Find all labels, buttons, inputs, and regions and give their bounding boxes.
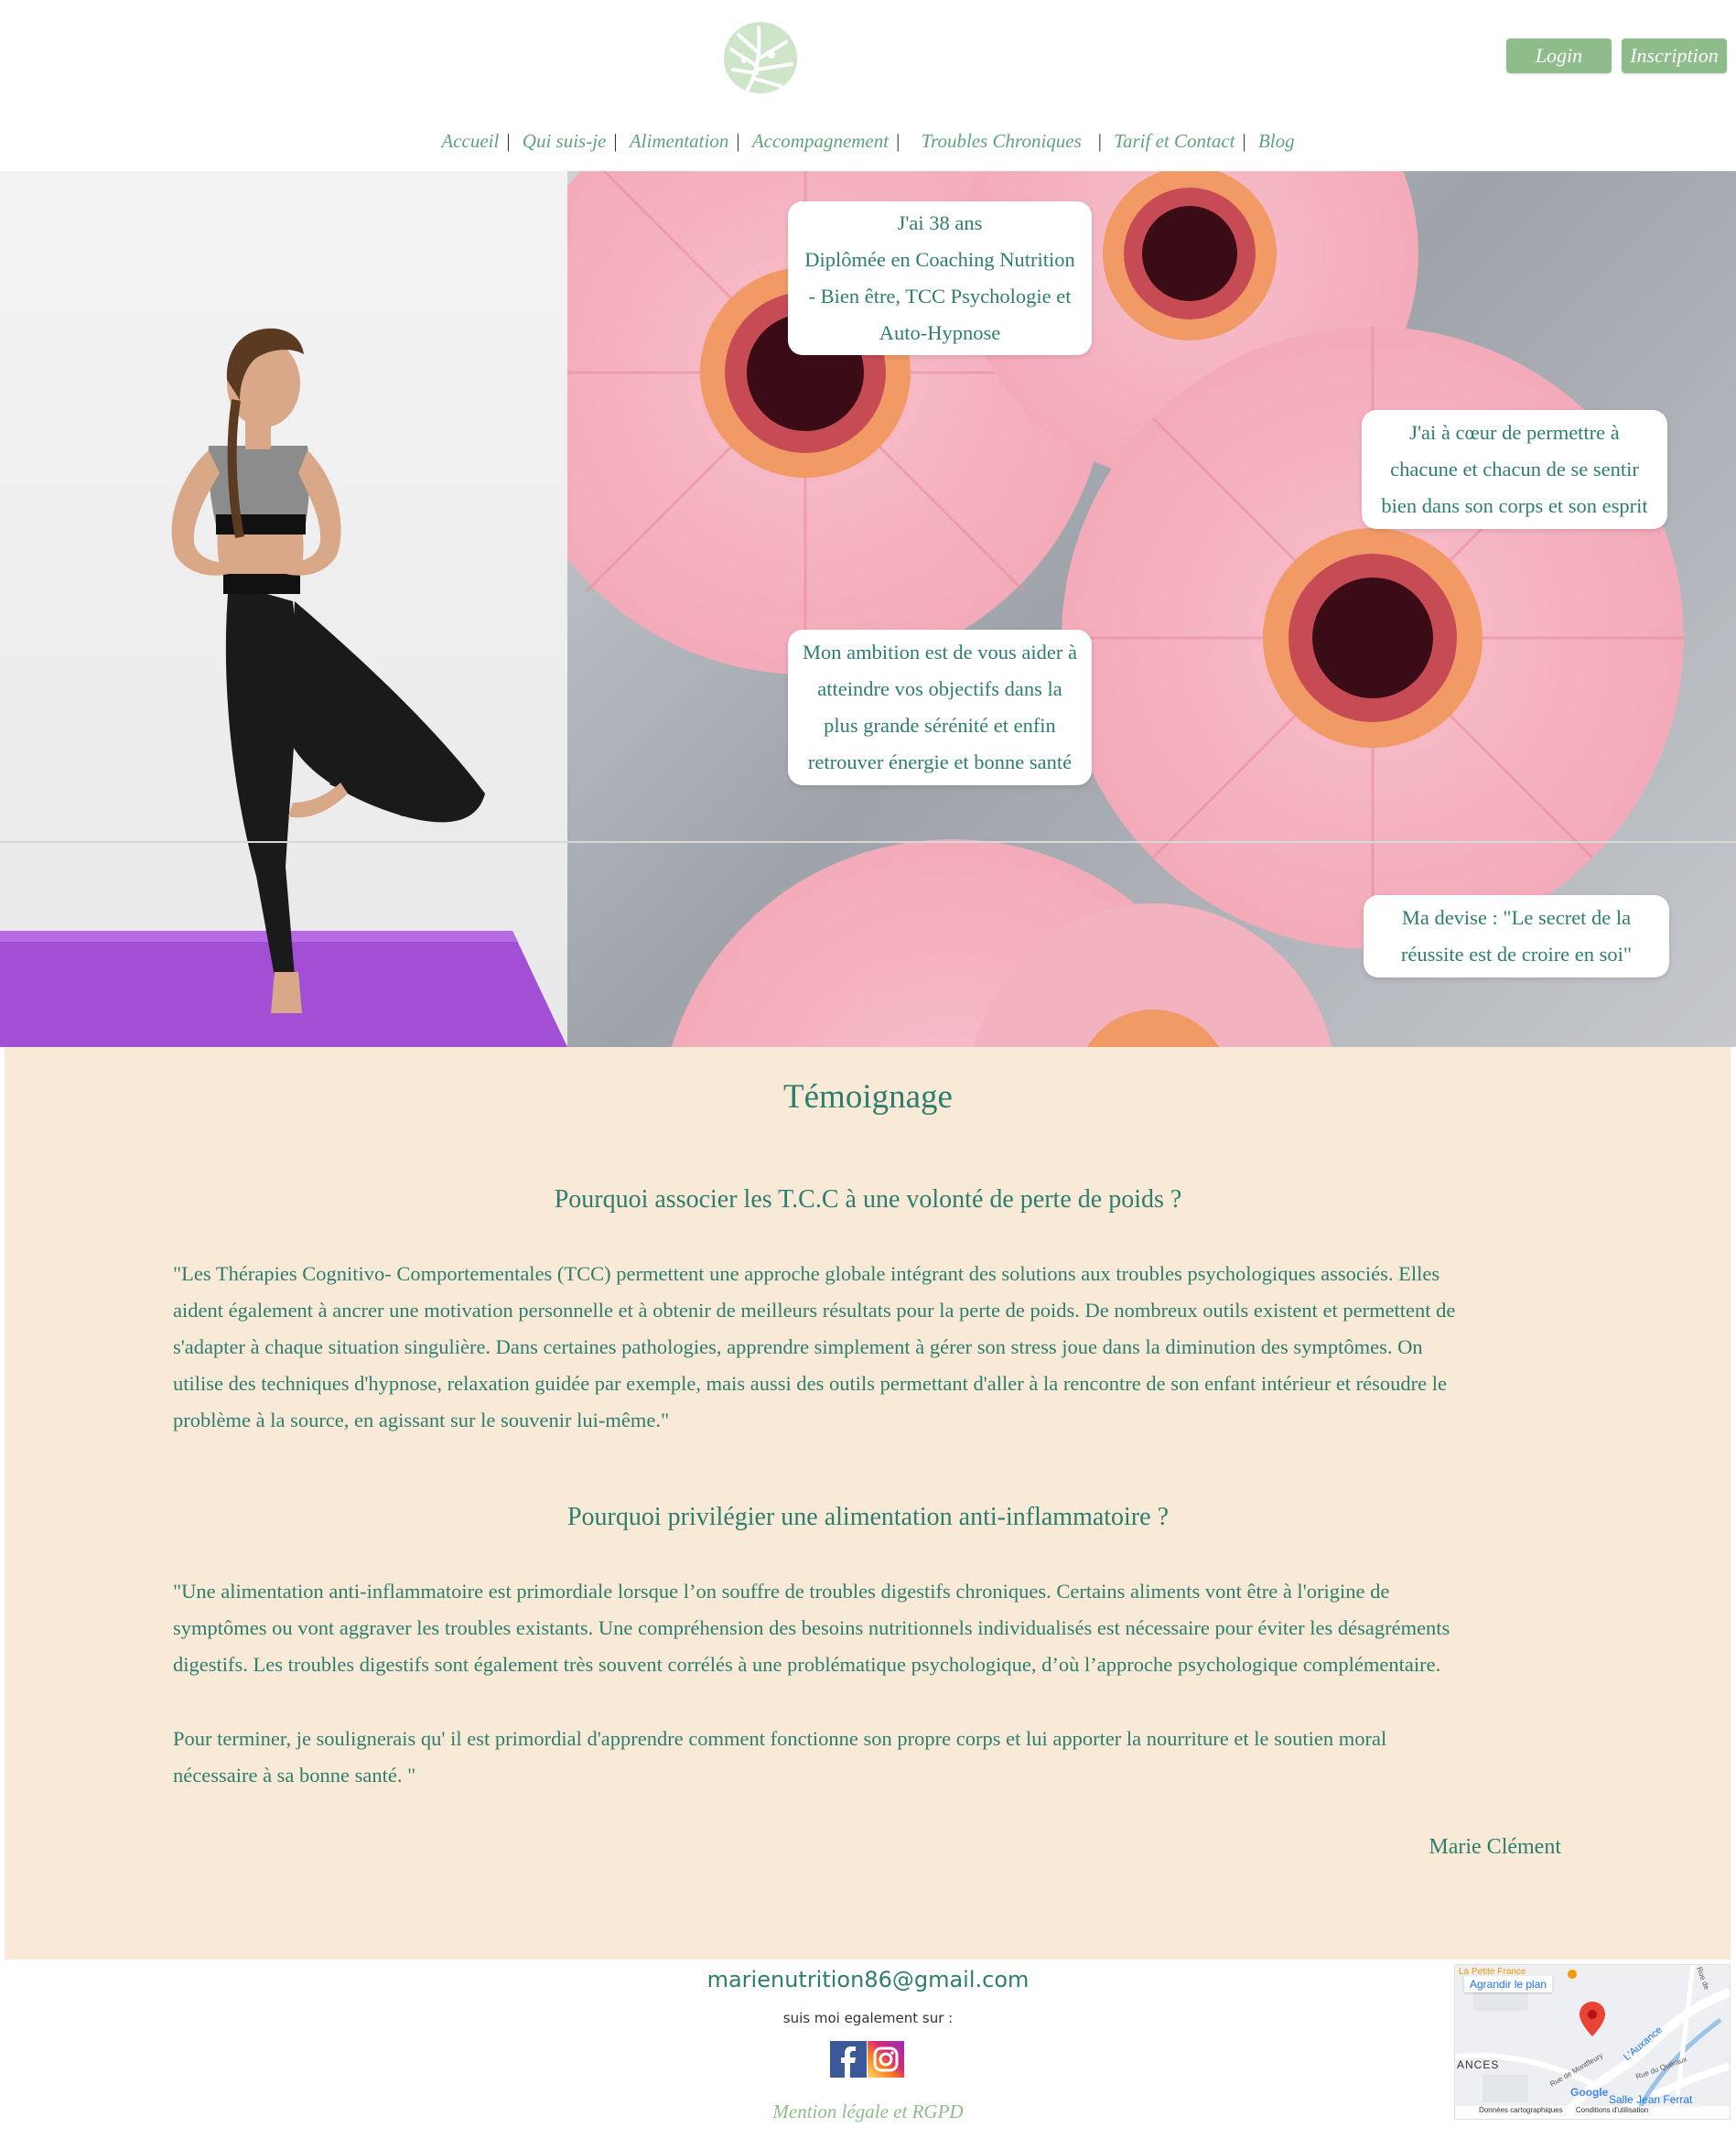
instagram-icon[interactable] bbox=[868, 2041, 904, 2078]
coach-yoga-photo bbox=[0, 171, 569, 1047]
question-tcc-title: Pourquoi associer les T.C.C à une volont… bbox=[554, 1185, 1182, 1214]
nav-item-qui-suis-je[interactable]: Qui suis-je bbox=[515, 130, 614, 152]
logo-monstera-icon[interactable] bbox=[720, 18, 801, 97]
location-map[interactable]: La Petite France Agrandir le plan ANCES … bbox=[1454, 1964, 1731, 2120]
paragraph-line: problème à la source, en agissant sur le… bbox=[173, 1409, 670, 1431]
main-nav: Accueil | Qui suis-je | Alimentation | Acco… bbox=[0, 130, 1736, 153]
paragraph-line: symptômes ou vont aggraver les troubles … bbox=[173, 1616, 1450, 1639]
tcc-paragraph: "Les Thérapies Cognitivo- Comportemental… bbox=[173, 1256, 1564, 1439]
testimonial-title: Témoignage bbox=[783, 1078, 953, 1116]
signup-button[interactable]: Inscription bbox=[1622, 38, 1727, 73]
nav-separator: | bbox=[1242, 130, 1246, 152]
mission-line: J'ai à cœur de permettre à bbox=[1409, 421, 1620, 444]
nav-item-accompagnement[interactable]: Accompagnement bbox=[745, 130, 896, 152]
paragraph-line: "Une alimentation anti-inflammatoire est… bbox=[173, 1580, 1390, 1603]
bio-line: Diplômée en Coaching Nutrition bbox=[804, 248, 1075, 271]
motto-line: réussite est de croire en soi" bbox=[1400, 943, 1633, 966]
closing-paragraph: Pour terminer, je soulignerais qu' il es… bbox=[173, 1721, 1564, 1794]
login-button[interactable]: Login bbox=[1506, 38, 1612, 73]
facebook-icon[interactable] bbox=[830, 2041, 867, 2078]
nav-item-accueil[interactable]: Accueil bbox=[434, 130, 506, 152]
nav-item-tarif-contact[interactable]: Tarif et Contact bbox=[1106, 130, 1242, 152]
ambition-line: retrouver énergie et bonne santé bbox=[807, 750, 1073, 773]
bio-line: Auto-Hypnose bbox=[879, 321, 1001, 344]
paragraph-line: "Les Thérapies Cognitivo- Comportemental… bbox=[173, 1262, 1440, 1285]
bio-line: J'ai 38 ans bbox=[897, 211, 983, 234]
map-credits: Données cartographiques Conditions d'uti… bbox=[1455, 2106, 1730, 2119]
nav-item-alimentation[interactable]: Alimentation bbox=[622, 130, 737, 152]
motto-bubble: Ma devise : "Le secret de la réussite es… bbox=[1364, 895, 1669, 977]
testimonial-signature: Marie Clément bbox=[1429, 1835, 1561, 1859]
map-credits-terms[interactable]: Conditions d'utilisation bbox=[1565, 2106, 1648, 2114]
anti-inflammatory-paragraph: "Une alimentation anti-inflammatoire est… bbox=[173, 1573, 1564, 1683]
mission-line: chacune et chacun de se sentir bbox=[1390, 458, 1639, 481]
ambition-bubble: Mon ambition est de vous aider à atteind… bbox=[788, 630, 1092, 785]
map-area-label: ANCES bbox=[1457, 2058, 1500, 2071]
mission-line: bien dans son corps et son esprit bbox=[1381, 494, 1648, 517]
paragraph-line: Pour terminer, je soulignerais qu' il es… bbox=[173, 1727, 1387, 1750]
hero-divider bbox=[0, 841, 1736, 843]
nav-separator: | bbox=[896, 130, 900, 152]
bio-line: - Bien être, TCC Psychologie et bbox=[808, 285, 1072, 308]
paragraph-line: digestifs. Les troubles digestifs sont é… bbox=[173, 1653, 1441, 1676]
mission-bubble: J'ai à cœur de permettre à chacune et ch… bbox=[1362, 410, 1667, 529]
map-credits-data[interactable]: Données cartographiques bbox=[1455, 2106, 1563, 2114]
motto-line: Ma devise : "Le secret de la bbox=[1401, 906, 1632, 929]
ambition-line: Mon ambition est de vous aider à bbox=[803, 641, 1077, 664]
question-anti-inflammatory-title: Pourquoi privilégier une alimentation an… bbox=[566, 1503, 1170, 1531]
paragraph-line: aident également à ancrer une motivation… bbox=[173, 1299, 1456, 1322]
ambition-line: plus grande sérénité et enfin bbox=[824, 714, 1056, 737]
bio-bubble: J'ai 38 ans Diplômée en Coaching Nutriti… bbox=[788, 201, 1092, 355]
ambition-line: atteindre vos objectifs dans la bbox=[817, 677, 1062, 700]
nav-separator: | bbox=[736, 130, 740, 152]
google-logo: Google bbox=[1570, 2086, 1609, 2099]
nav-separator: | bbox=[613, 130, 618, 152]
nav-item-blog[interactable]: Blog bbox=[1251, 130, 1302, 152]
paragraph-line: utilise des techniques d'hypnose, relaxa… bbox=[173, 1372, 1448, 1395]
map-enlarge-link[interactable]: Agrandir le plan bbox=[1464, 1976, 1553, 1992]
paragraph-line: nécessaire à sa bonne santé. " bbox=[173, 1764, 416, 1787]
paragraph-line: s'adapter à chaque situation singulière.… bbox=[173, 1335, 1423, 1358]
nav-separator: | bbox=[1097, 130, 1102, 152]
nav-item-troubles-chroniques[interactable]: Troubles Chroniques bbox=[905, 130, 1098, 152]
map-venue-label: Salle Jean Ferrat bbox=[1609, 2093, 1693, 2106]
nav-separator: | bbox=[506, 130, 511, 152]
